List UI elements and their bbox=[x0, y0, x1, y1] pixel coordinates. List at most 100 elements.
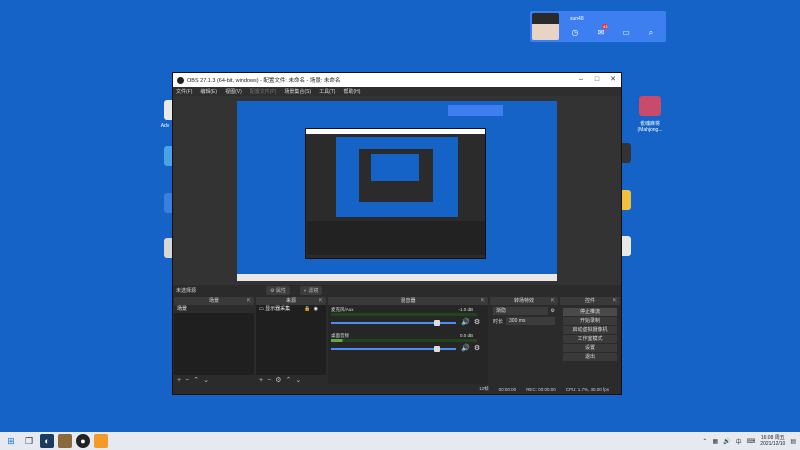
lock-icon[interactable]: 🔒 bbox=[304, 305, 310, 313]
undock-icon[interactable]: ⇱ bbox=[319, 297, 323, 305]
speaker-icon[interactable]: 🔊 bbox=[461, 345, 470, 353]
gear-icon[interactable]: ⚙ bbox=[473, 345, 481, 353]
mixer-channel-mic: 麦克风/Aux -1.0 dB 🔊 ⚙ bbox=[331, 307, 485, 331]
channel-db: 0.0 dB bbox=[459, 333, 473, 338]
visibility-icon[interactable]: ◉ bbox=[314, 305, 318, 313]
up-icon[interactable]: ⌃ bbox=[285, 376, 291, 384]
desktop-icon-label: (Mahjong... bbox=[637, 127, 663, 133]
remove-icon[interactable]: − bbox=[185, 377, 189, 384]
exit-button[interactable]: 退出 bbox=[563, 353, 617, 361]
volume-icon[interactable]: 🔊 bbox=[723, 438, 730, 445]
menu-profile[interactable]: 配置文件(P) bbox=[250, 88, 277, 95]
undock-icon[interactable]: ⇱ bbox=[551, 297, 555, 305]
rec-time: REC: 00:00:00 bbox=[526, 386, 556, 392]
clock[interactable]: 16:08 周五 2021/12/10 bbox=[760, 435, 785, 447]
system-tray: ⌃ ▦ 🔊 中 ⌨ 16:08 周五 2021/12/10 ▤ bbox=[702, 432, 796, 450]
docks: 场景 ⇱ 场景 + − ⌃ ⌄ 来源 ⇱ ▭ 显示器采集 ◉ 🔒 + − ⚙ ⌃ ⌄ bbox=[173, 297, 621, 385]
settings-button[interactable]: 设置 bbox=[563, 344, 617, 352]
down-icon[interactable]: ⌄ bbox=[203, 376, 209, 384]
gear-icon[interactable]: ⚙ bbox=[551, 308, 555, 314]
up-icon[interactable]: ⌃ bbox=[193, 376, 199, 384]
avatar[interactable] bbox=[532, 13, 559, 40]
menu-scene-collection[interactable]: 场景集合(S) bbox=[284, 88, 311, 95]
duration-input[interactable]: 300 ms bbox=[506, 317, 555, 325]
scenes-title: 场景 bbox=[208, 298, 219, 304]
username: sun48 bbox=[570, 16, 584, 22]
app-orange-icon[interactable] bbox=[94, 434, 108, 448]
sources-dock: 来源 ⇱ ▭ 显示器采集 ◉ 🔒 + − ⚙ ⌃ ⌄ bbox=[256, 297, 326, 385]
steam-icon[interactable]: ◐ bbox=[40, 434, 54, 448]
filters-button[interactable]: ◐ 滤镜 bbox=[299, 286, 323, 295]
mixer-dock: 混音器 ⇱ 麦克风/Aux -1.0 dB 🔊 ⚙ 桌面音频 0.0 dB 🔊 … bbox=[328, 297, 488, 385]
transitions-dock: 转场特效 ⇱ 渐隐 ⚙ 时长 300 ms bbox=[490, 297, 558, 385]
mail-icon[interactable]: ✉ bbox=[596, 28, 606, 38]
window-title: OBS 27.1.3 (64-bit, windows) - 配置文件: 未命名… bbox=[187, 78, 341, 84]
maximize-button[interactable]: □ bbox=[589, 73, 605, 87]
chevron-up-icon[interactable]: ⌃ bbox=[702, 438, 707, 445]
unread-badge: 43 bbox=[602, 24, 609, 29]
preview-canvas[interactable] bbox=[237, 101, 557, 281]
menu-edit[interactable]: 编辑(E) bbox=[200, 88, 217, 95]
no-source-label: 未选择源 bbox=[176, 288, 197, 294]
undock-icon[interactable]: ⇱ bbox=[481, 297, 485, 305]
remove-icon[interactable]: − bbox=[267, 377, 271, 384]
undock-icon[interactable]: ⇱ bbox=[613, 297, 617, 305]
properties-button[interactable]: ⚙ 属性 bbox=[266, 286, 290, 295]
gear-icon[interactable]: ⚙ bbox=[275, 376, 281, 384]
search-icon[interactable]: ⌕ bbox=[646, 28, 656, 38]
down-icon[interactable]: ⌄ bbox=[295, 376, 301, 384]
windows-start-icon[interactable]: ⊞ bbox=[4, 434, 18, 448]
obs-logo-icon bbox=[177, 76, 184, 84]
stop-streaming-button[interactable]: 停止推流 bbox=[563, 308, 617, 316]
menu-help[interactable]: 帮助(H) bbox=[343, 88, 360, 95]
mixer-title: 混音器 bbox=[400, 298, 416, 304]
speaker-icon[interactable]: 🔊 bbox=[461, 319, 470, 327]
task-view-icon[interactable]: ❐ bbox=[22, 434, 36, 448]
menu-file[interactable]: 文件(F) bbox=[176, 88, 192, 95]
dropped-frames: 12帧 bbox=[479, 386, 489, 391]
preview-widget bbox=[448, 105, 503, 116]
start-virtual-camera-button[interactable]: 启动虚拟摄像机 bbox=[563, 326, 617, 334]
volume-knob[interactable] bbox=[434, 320, 440, 326]
transition-select[interactable]: 渐隐 bbox=[493, 307, 548, 315]
cpu-fps: CPU: 1.7%, 30.00 fps bbox=[565, 386, 609, 392]
gear-icon[interactable]: ⚙ bbox=[473, 319, 481, 327]
volume-knob[interactable] bbox=[434, 346, 440, 352]
keyboard-icon[interactable]: ⌨ bbox=[747, 438, 756, 445]
controls-dock: 控件 ⇱ 停止推流 开始录制 启动虚拟摄像机 工作室模式 设置 退出 bbox=[560, 297, 620, 385]
chat-widget[interactable]: sun48 ◷ ✉ 43 ▭ ⌕ bbox=[530, 11, 666, 42]
add-icon[interactable]: + bbox=[259, 377, 263, 384]
preview-area bbox=[173, 96, 621, 287]
live-time: 00:00:00 bbox=[498, 386, 517, 392]
studio-mode-button[interactable]: 工作室模式 bbox=[563, 335, 617, 343]
obs-window[interactable]: OBS 27.1.3 (64-bit, windows) - 配置文件: 未命名… bbox=[172, 72, 622, 395]
scenes-dock: 场景 ⇱ 场景 + − ⌃ ⌄ bbox=[174, 297, 254, 385]
scene-item[interactable]: 场景 bbox=[174, 305, 254, 313]
desktop-icon-mahjong[interactable] bbox=[639, 96, 661, 116]
close-button[interactable]: ✕ bbox=[605, 73, 621, 87]
menu-bar: 文件(F) 编辑(E) 视图(V) 配置文件(P) 场景集合(S) 工具(T) … bbox=[173, 87, 621, 96]
source-item[interactable]: ▭ 显示器采集 ◉ 🔒 bbox=[256, 305, 326, 313]
mixer-channel-desktop: 桌面音频 0.0 dB 🔊 ⚙ bbox=[331, 333, 485, 357]
preview-obs-window bbox=[305, 128, 486, 259]
clock-icon[interactable]: ◷ bbox=[570, 28, 580, 38]
controls-title: 控件 bbox=[584, 298, 595, 304]
app-icon[interactable] bbox=[58, 434, 72, 448]
source-toolbar: 未选择源 ⚙ 属性 ◐ 滤镜 bbox=[173, 285, 621, 296]
minimize-button[interactable]: – bbox=[573, 73, 589, 87]
menu-tools[interactable]: 工具(T) bbox=[319, 88, 335, 95]
notification-icon[interactable]: ▤ bbox=[790, 438, 796, 445]
language-indicator[interactable]: 中 bbox=[736, 437, 742, 446]
level-meter bbox=[331, 313, 477, 316]
folder-icon[interactable]: ▭ bbox=[621, 28, 631, 38]
add-icon[interactable]: + bbox=[177, 377, 181, 384]
obs-taskbar-icon[interactable]: ● bbox=[76, 434, 90, 448]
duration-label: 时长 bbox=[493, 318, 504, 325]
menu-view[interactable]: 视图(V) bbox=[225, 88, 242, 95]
undock-icon[interactable]: ⇱ bbox=[247, 297, 251, 305]
title-bar[interactable]: OBS 27.1.3 (64-bit, windows) - 配置文件: 未命名… bbox=[173, 73, 621, 87]
preview-taskbar bbox=[237, 274, 557, 281]
start-recording-button[interactable]: 开始录制 bbox=[563, 317, 617, 325]
network-icon[interactable]: ▦ bbox=[712, 438, 718, 445]
sources-title: 来源 bbox=[285, 298, 296, 304]
